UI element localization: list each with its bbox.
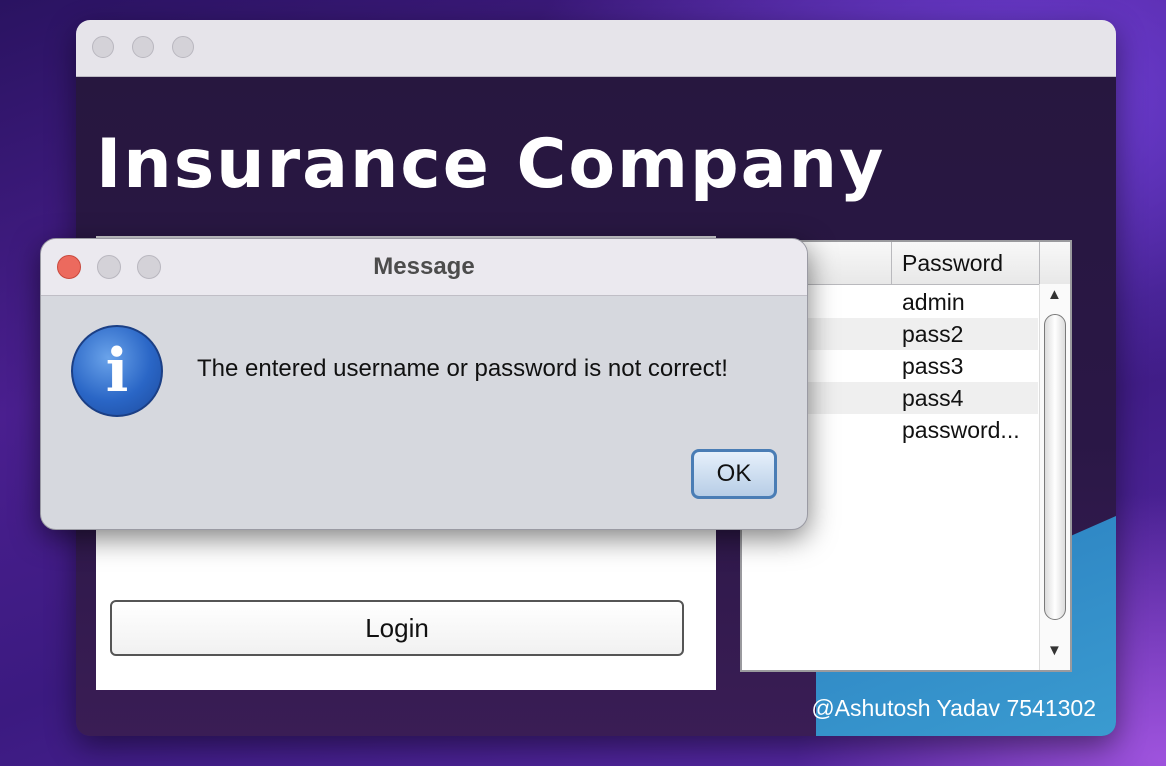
author-credit: @Ashutosh Yadav 7541302 — [811, 695, 1096, 721]
login-button[interactable]: Login — [110, 600, 684, 656]
minimize-window-button[interactable] — [132, 36, 154, 58]
vertical-scrollbar[interactable]: ▲ ▼ — [1039, 284, 1070, 670]
zoom-window-button[interactable] — [172, 36, 194, 58]
password-cell: pass2 — [902, 321, 964, 347]
password-cell: admin — [902, 289, 965, 315]
scroll-down-arrow-icon[interactable]: ▼ — [1047, 642, 1062, 659]
app-title: Insurance Company — [96, 125, 886, 204]
dialog-message: The entered username or password is not … — [197, 355, 728, 382]
dialog-titlebar: Message — [41, 239, 807, 296]
password-cell: password... — [902, 417, 1020, 443]
password-cell: pass4 — [902, 385, 964, 411]
scroll-up-arrow-icon[interactable]: ▲ — [1047, 286, 1062, 303]
column-header-password[interactable]: Password — [892, 242, 1040, 284]
password-cell: pass3 — [902, 353, 964, 379]
dialog-title: Message — [373, 253, 475, 280]
ok-button[interactable]: OK — [691, 449, 777, 499]
scrollbar-thumb[interactable] — [1044, 314, 1066, 620]
window-titlebar — [76, 20, 1116, 77]
info-icon: i — [71, 325, 163, 417]
message-dialog: Message i The entered username or passwo… — [40, 238, 808, 530]
close-window-button[interactable] — [92, 36, 114, 58]
